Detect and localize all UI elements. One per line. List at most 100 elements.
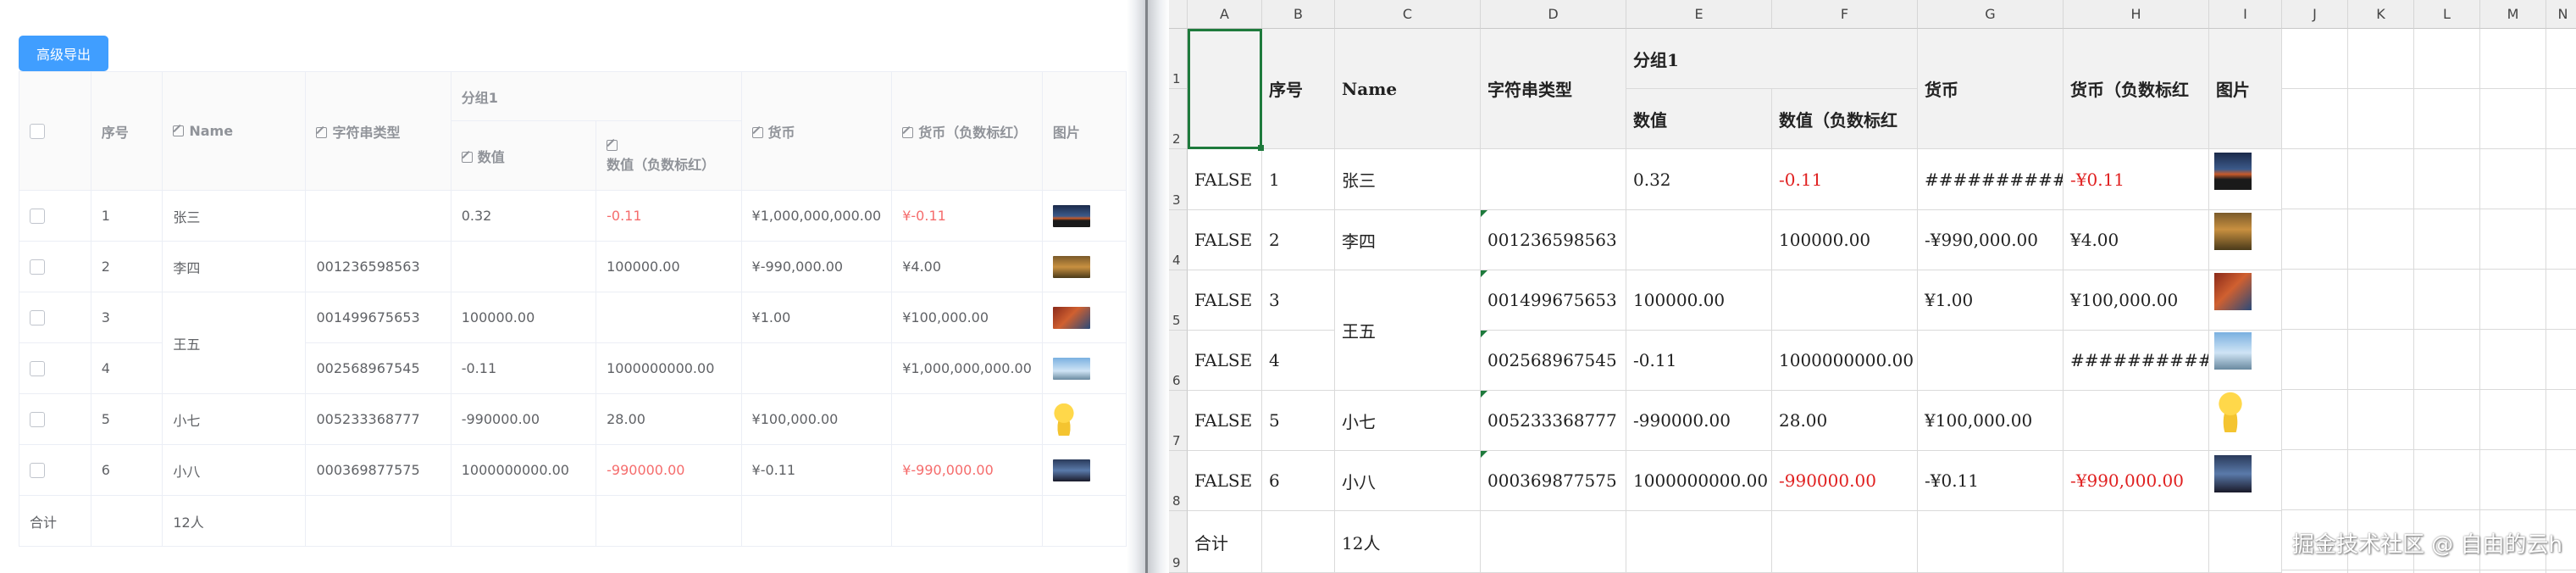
cell-number-neg-red[interactable]: -0.11 xyxy=(1772,149,1918,210)
cell-currency-neg-red[interactable]: ¥100,000.00 xyxy=(2064,270,2209,331)
cell-string[interactable]: 001236598563 xyxy=(1481,210,1626,270)
cell-number-neg-red[interactable]: 1000000000.00 xyxy=(1772,331,1918,391)
cell-currency-neg-red[interactable]: -¥0.11 xyxy=(2064,149,2209,210)
column-header[interactable]: J xyxy=(2282,0,2348,29)
row-select-cell[interactable] xyxy=(19,190,91,242)
row-select-cell[interactable] xyxy=(19,393,91,445)
cell-currency[interactable]: ############## xyxy=(1918,149,2064,210)
cell-string[interactable]: 001499675653 xyxy=(1481,270,1626,331)
column-header[interactable]: K xyxy=(2348,0,2414,29)
duck-image[interactable] xyxy=(2218,392,2243,432)
cell-footer-empty[interactable] xyxy=(1626,511,1772,573)
cell-currency[interactable] xyxy=(1918,331,2064,391)
select-all-checkbox[interactable] xyxy=(30,124,45,140)
header-currency[interactable]: 货币 xyxy=(740,71,893,191)
row-select-cell[interactable] xyxy=(19,241,91,292)
row-select-cell[interactable] xyxy=(19,292,91,343)
row-header[interactable]: 7 xyxy=(1169,391,1188,451)
cell-string[interactable]: 005233368777 xyxy=(1481,391,1626,451)
cell-currency-neg-red[interactable] xyxy=(2064,391,2209,451)
cell-number-neg-red[interactable]: 28.00 xyxy=(1772,391,1918,451)
cell-name-merged[interactable]: 王五 xyxy=(1335,270,1481,391)
column-header[interactable]: H xyxy=(2064,0,2209,29)
row-header[interactable]: 8 xyxy=(1169,451,1188,511)
cell-currency[interactable]: ¥100,000.00 xyxy=(1918,391,2064,451)
embedded-image[interactable] xyxy=(2214,213,2252,250)
cell-bool[interactable]: FALSE xyxy=(1188,391,1262,451)
cell-number[interactable]: 0.32 xyxy=(1626,149,1772,210)
column-header[interactable]: G xyxy=(1918,0,2064,29)
row-header[interactable]: 6 xyxy=(1169,331,1188,391)
row-checkbox[interactable] xyxy=(30,259,45,275)
cell-currency-neg-red[interactable]: -¥990,000.00 xyxy=(2064,451,2209,511)
cell-footer-empty[interactable] xyxy=(2209,511,2282,573)
header-string-type[interactable]: 字符串类型 xyxy=(305,71,451,191)
cell-footer-empty[interactable] xyxy=(2064,511,2209,573)
select-all-corner[interactable] xyxy=(1169,0,1188,29)
row-checkbox[interactable] xyxy=(30,361,45,377)
column-header[interactable]: L xyxy=(2414,0,2480,29)
cell-bool[interactable]: FALSE xyxy=(1188,331,1262,391)
cell-footer-empty[interactable] xyxy=(1481,511,1626,573)
header-name[interactable]: Name xyxy=(162,71,307,191)
cell-name[interactable]: 小八 xyxy=(1335,451,1481,511)
cell-header-currency-neg-red[interactable]: 货币（负数标红 xyxy=(2064,29,2209,149)
cell-index[interactable]: 5 xyxy=(1262,391,1335,451)
header-number-neg-red[interactable]: 数值（负数标红） xyxy=(596,120,742,191)
header-currency-neg-red[interactable]: 货币（负数标红） xyxy=(891,71,1043,191)
cell-header-group1[interactable]: 分组1 xyxy=(1626,29,1918,89)
cell-number[interactable]: 100000.00 xyxy=(1626,270,1772,331)
cell-number[interactable]: 1000000000.00 xyxy=(1626,451,1772,511)
cell-header-string-type[interactable]: 字符串类型 xyxy=(1481,29,1626,149)
column-header[interactable]: F xyxy=(1772,0,1918,29)
cell-index[interactable]: 4 xyxy=(1262,331,1335,391)
column-header[interactable]: C xyxy=(1335,0,1481,29)
cell-number[interactable] xyxy=(1626,210,1772,270)
cell-header-currency[interactable]: 货币 xyxy=(1918,29,2064,149)
cell-index[interactable]: 1 xyxy=(1262,149,1335,210)
cell-bool[interactable]: FALSE xyxy=(1188,270,1262,331)
cell-bool[interactable]: FALSE xyxy=(1188,451,1262,511)
active-cell-selection[interactable] xyxy=(1188,29,1264,151)
row-header[interactable]: 5 xyxy=(1169,270,1188,331)
row-header[interactable]: 2 xyxy=(1169,89,1188,149)
cell-index[interactable]: 2 xyxy=(1262,210,1335,270)
empty-cells[interactable] xyxy=(2282,29,2576,573)
column-header[interactable]: D xyxy=(1481,0,1626,29)
cell-name[interactable]: 李四 xyxy=(1335,210,1481,270)
cell-name[interactable]: 张三 xyxy=(1335,149,1481,210)
cell-string[interactable]: 002568967545 xyxy=(1481,331,1626,391)
column-header[interactable]: E xyxy=(1626,0,1772,29)
column-header[interactable]: B xyxy=(1262,0,1335,29)
cell-currency-neg-red[interactable]: ¥4.00 xyxy=(2064,210,2209,270)
cell-footer-empty[interactable] xyxy=(1772,511,1918,573)
cell-index[interactable]: 6 xyxy=(1262,451,1335,511)
column-header[interactable]: N xyxy=(2546,0,2576,29)
row-checkbox[interactable] xyxy=(30,412,45,428)
cell-number-neg-red[interactable] xyxy=(1772,270,1918,331)
cell-string[interactable] xyxy=(1481,149,1626,210)
embedded-image[interactable] xyxy=(2214,332,2252,370)
cell-name[interactable]: 小七 xyxy=(1335,391,1481,451)
cell-number[interactable]: -990000.00 xyxy=(1626,391,1772,451)
spreadsheet-grid[interactable]: 序号 Name 字符串类型 分组1 数值 数值（负数标红 货币 货币（负数标红 … xyxy=(1188,29,2576,573)
cell-header-number[interactable]: 数值 xyxy=(1626,89,1772,149)
cell-header-image[interactable]: 图片 xyxy=(2209,29,2282,149)
row-header[interactable]: 4 xyxy=(1169,210,1188,270)
select-all-cell[interactable] xyxy=(19,71,91,191)
header-number[interactable]: 数值 xyxy=(450,120,597,191)
row-select-cell[interactable] xyxy=(19,444,91,496)
column-header[interactable]: M xyxy=(2480,0,2546,29)
row-checkbox[interactable] xyxy=(30,209,45,225)
cell-bool[interactable]: FALSE xyxy=(1188,149,1262,210)
row-header[interactable]: 3 xyxy=(1169,149,1188,210)
column-header[interactable]: A xyxy=(1188,0,1262,29)
cell-header-number-neg-red[interactable]: 数值（负数标红 xyxy=(1772,89,1918,149)
embedded-image[interactable] xyxy=(2214,273,2252,310)
row-header[interactable]: 1 xyxy=(1169,29,1188,89)
row-header[interactable]: 9 xyxy=(1169,511,1188,573)
column-header[interactable]: I xyxy=(2209,0,2282,29)
cell-number-neg-red[interactable]: -990000.00 xyxy=(1772,451,1918,511)
row-checkbox[interactable] xyxy=(30,310,45,326)
row-select-cell[interactable] xyxy=(19,342,91,394)
